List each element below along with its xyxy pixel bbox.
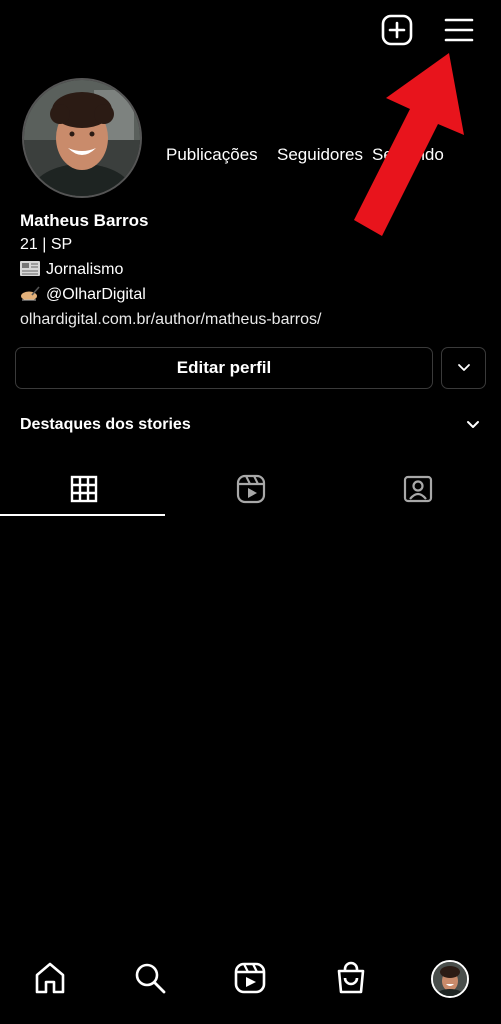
chevron-down-icon bbox=[457, 364, 470, 371]
profile-website-link[interactable]: olhardigital.com.br/author/matheus-barro… bbox=[20, 311, 321, 329]
annotation-arrow bbox=[354, 53, 464, 236]
home-icon bbox=[35, 962, 65, 994]
bio-employer-handle[interactable]: @OlharDigital bbox=[46, 286, 146, 303]
profile-avatar[interactable] bbox=[22, 78, 142, 198]
nav-home[interactable] bbox=[30, 958, 70, 998]
writing-hand-icon bbox=[21, 286, 40, 301]
story-highlights-title[interactable]: Destaques dos stories bbox=[20, 416, 191, 434]
active-tab-indicator bbox=[0, 514, 165, 516]
posts-label[interactable]: Publicações bbox=[166, 145, 258, 165]
nav-search[interactable] bbox=[130, 958, 170, 998]
plus-square-icon bbox=[381, 14, 413, 46]
reels-icon bbox=[234, 962, 266, 994]
search-icon bbox=[135, 963, 166, 994]
tab-posts-grid[interactable] bbox=[0, 462, 167, 516]
new-post-button[interactable] bbox=[380, 13, 414, 47]
edit-profile-button[interactable]: Editar perfil bbox=[15, 347, 433, 389]
hamburger-menu-icon bbox=[444, 18, 474, 42]
profile-name: Matheus Barros bbox=[20, 211, 149, 230]
bio-line-employer: @OlharDigital bbox=[20, 286, 146, 304]
nav-shop[interactable] bbox=[331, 958, 371, 998]
reels-icon bbox=[236, 474, 265, 504]
tagged-icon bbox=[403, 475, 432, 503]
grid-icon bbox=[70, 475, 97, 503]
suggestions-toggle-button[interactable] bbox=[441, 347, 486, 389]
bio-line-age-location: 21 | SP bbox=[20, 236, 73, 253]
tab-tagged[interactable] bbox=[334, 462, 501, 516]
chevron-down-icon[interactable] bbox=[464, 416, 482, 434]
newspaper-icon bbox=[20, 261, 40, 276]
nav-reels[interactable] bbox=[230, 958, 270, 998]
nav-profile[interactable] bbox=[431, 960, 469, 998]
menu-button[interactable] bbox=[442, 15, 476, 45]
avatar bbox=[433, 962, 467, 996]
bio-line-profession: Jornalismo bbox=[20, 261, 123, 279]
bio-profession-text: Jornalismo bbox=[46, 261, 124, 278]
shop-icon bbox=[337, 961, 365, 994]
avatar-photo bbox=[24, 80, 140, 196]
tab-reels[interactable] bbox=[167, 462, 334, 516]
